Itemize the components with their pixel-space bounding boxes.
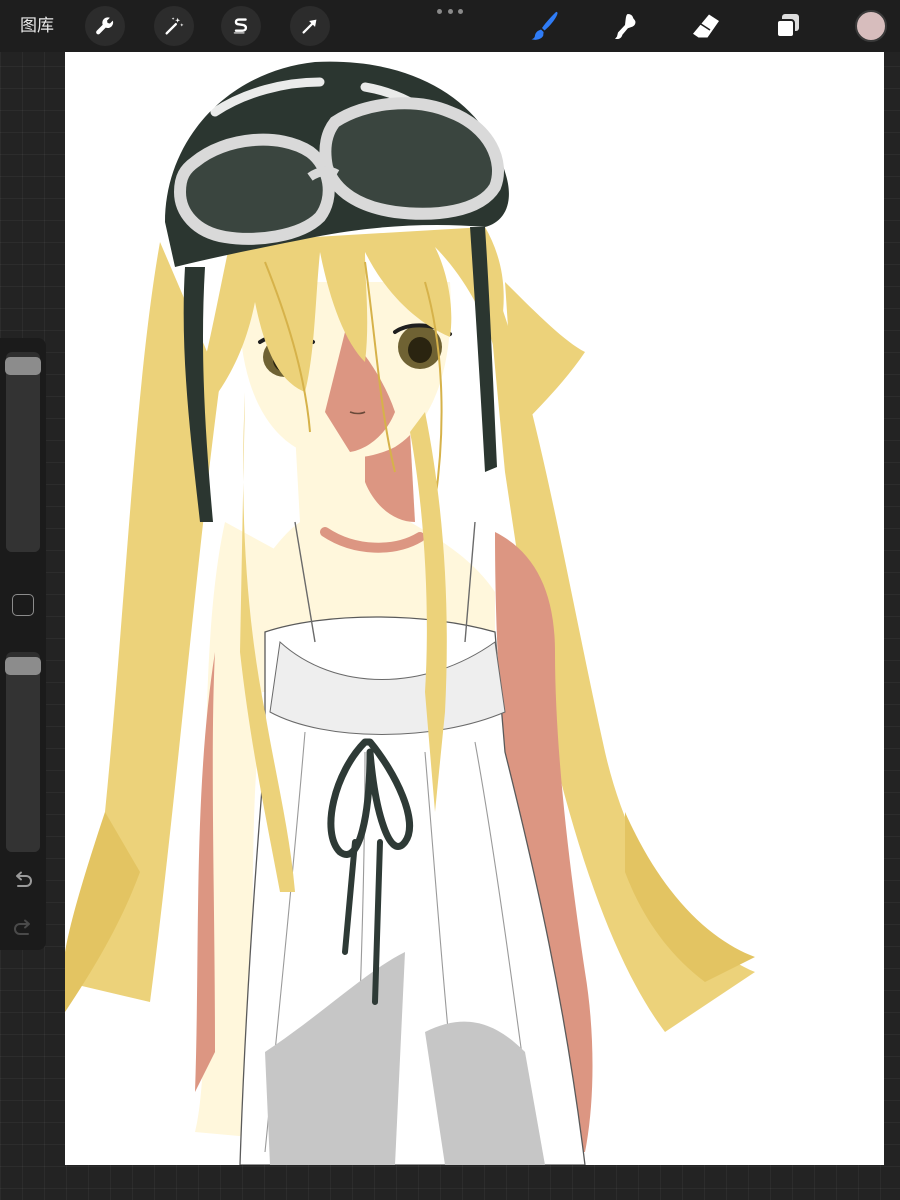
eraser-tool[interactable] [688, 8, 724, 44]
smudge-icon [615, 14, 636, 39]
opacity-thumb[interactable] [5, 657, 41, 676]
undo-icon [16, 871, 33, 887]
selection-button[interactable] [221, 6, 261, 46]
actions-button[interactable] [85, 6, 125, 46]
dot-icon [458, 8, 463, 14]
left-sidebar [0, 338, 46, 950]
brush-size-fill [6, 366, 40, 552]
brush-size-slider[interactable] [5, 352, 41, 552]
layers-icon [776, 14, 799, 38]
modify-button[interactable] [12, 594, 34, 616]
undo-button[interactable] [10, 868, 36, 894]
dot-icon [447, 8, 453, 14]
more-options-handle[interactable] [437, 6, 463, 16]
drawing-canvas[interactable] [65, 52, 884, 1165]
redo-icon [13, 919, 30, 935]
dot-icon [437, 8, 442, 14]
magic-wand-icon [165, 17, 184, 35]
opacity-slider[interactable] [5, 652, 41, 852]
brush-tool[interactable] [525, 8, 561, 44]
transform-button[interactable] [290, 6, 330, 46]
selection-s-icon [233, 18, 248, 34]
eraser-icon [693, 14, 719, 38]
smudge-tool[interactable] [607, 8, 643, 44]
arrow-cursor-icon [302, 19, 317, 34]
color-picker-button[interactable] [855, 10, 887, 42]
adjustments-button[interactable] [154, 6, 194, 46]
top-toolbar: 图库 [0, 0, 900, 52]
redo-button[interactable] [10, 916, 36, 942]
brush-size-thumb[interactable] [5, 357, 41, 376]
girl-illustration [65, 61, 755, 1165]
gallery-button[interactable]: 图库 [20, 12, 54, 40]
wrench-icon [96, 17, 114, 35]
brush-icon [531, 11, 558, 40]
opacity-fill [6, 666, 40, 852]
layers-button[interactable] [770, 8, 806, 44]
